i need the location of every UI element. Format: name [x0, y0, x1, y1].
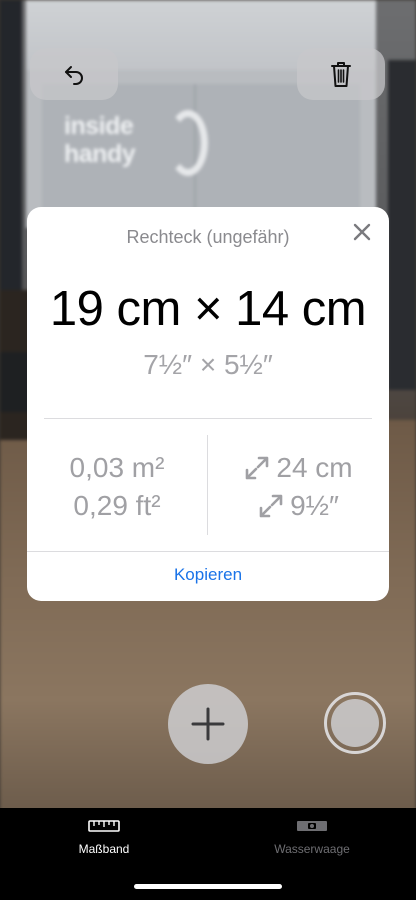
tab-measure-label: Maßband: [78, 842, 130, 856]
ruler-icon: [88, 820, 120, 832]
plus-icon: [191, 707, 225, 741]
add-point-button[interactable]: [168, 684, 248, 764]
box-brand-text: inside handy: [64, 112, 136, 168]
tab-level-label: Wasserwaage: [274, 842, 350, 856]
box-brand-logo: [168, 110, 208, 176]
diagonal-metric-row: 24 cm: [208, 449, 389, 487]
diagonal-expand-icon: [246, 456, 269, 480]
area-metric: 0,03 m²: [69, 452, 165, 483]
undo-button[interactable]: [30, 48, 118, 100]
copy-button[interactable]: Kopieren: [27, 565, 389, 585]
monitor-right: [388, 60, 416, 390]
keyboard: [0, 352, 30, 412]
area-imperial: 0,29 ft²: [73, 490, 161, 521]
dimensions-imperial: 7½″ × 5½″: [143, 349, 273, 380]
capture-button[interactable]: [324, 692, 386, 754]
level-icon: [297, 821, 327, 831]
diagonal-block: 24 cm 9½″: [208, 449, 389, 525]
area-block: 0,03 m² 0,29 ft²: [27, 449, 207, 525]
divider: [27, 551, 389, 552]
diagonal-imperial: 9½″: [290, 490, 339, 521]
delete-button[interactable]: [297, 48, 385, 100]
divider: [44, 418, 372, 419]
trash-icon: [331, 62, 351, 87]
diagonal-metric: 24 cm: [276, 452, 353, 483]
home-indicator[interactable]: [134, 884, 282, 889]
close-button[interactable]: [349, 219, 375, 245]
shape-title: Rechteck (ungefähr): [126, 227, 290, 247]
monitor-left: [0, 0, 22, 300]
tab-level[interactable]: Wasserwaage: [242, 820, 382, 856]
tab-measure[interactable]: Maßband: [34, 820, 174, 856]
dimensions-metric: 19 cm × 14 cm: [49, 282, 367, 336]
diagonal-imperial-row: 9½″: [208, 487, 389, 525]
undo-arrow-icon: [65, 66, 83, 85]
diagonal-expand-icon: [259, 494, 283, 518]
measurement-card: Rechteck (ungefähr) 19 cm × 14 cm 7½″ × …: [27, 207, 389, 601]
shutter-icon: [331, 699, 379, 747]
close-icon: [353, 223, 371, 241]
